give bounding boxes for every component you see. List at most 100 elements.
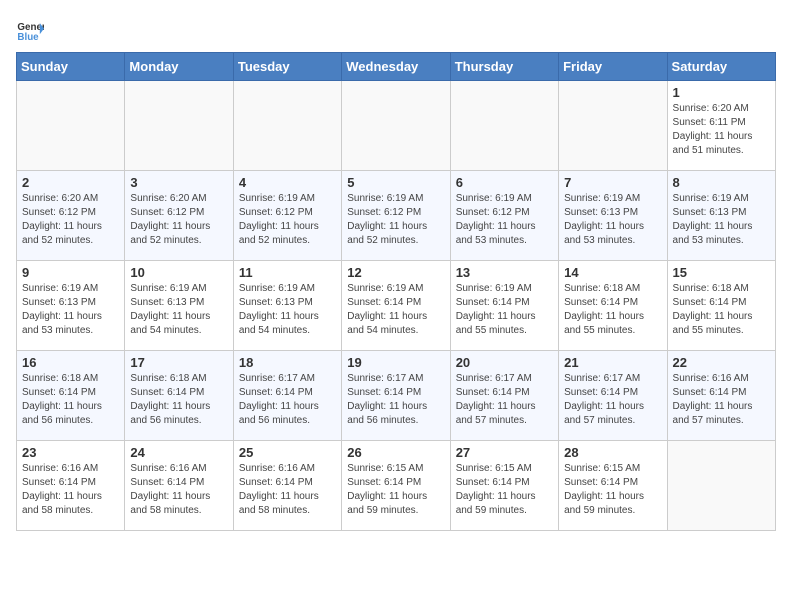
day-info: Sunrise: 6:19 AM Sunset: 6:14 PM Dayligh…: [347, 282, 444, 338]
day-info: Sunrise: 6:17 AM Sunset: 6:14 PM Dayligh…: [347, 372, 444, 428]
day-info: Sunrise: 6:18 AM Sunset: 6:14 PM Dayligh…: [673, 282, 770, 338]
day-info: Sunrise: 6:19 AM Sunset: 6:13 PM Dayligh…: [22, 282, 119, 338]
calendar-cell: [667, 441, 775, 531]
day-number: 10: [130, 265, 227, 280]
logo: General Blue: [16, 16, 48, 44]
calendar-cell: 21 Sunrise: 6:17 AM Sunset: 6:14 PM Dayli…: [559, 351, 667, 441]
day-number: 16: [22, 355, 119, 370]
day-number: 25: [239, 445, 336, 460]
day-info: Sunrise: 6:15 AM Sunset: 6:14 PM Dayligh…: [456, 462, 553, 518]
calendar-cell: [233, 81, 341, 171]
calendar-week-row: 1 Sunrise: 6:20 AM Sunset: 6:11 PM Daylig…: [17, 81, 776, 171]
calendar-cell: 25 Sunrise: 6:16 AM Sunset: 6:14 PM Dayli…: [233, 441, 341, 531]
day-number: 27: [456, 445, 553, 460]
day-number: 15: [673, 265, 770, 280]
day-number: 19: [347, 355, 444, 370]
calendar-cell: 1 Sunrise: 6:20 AM Sunset: 6:11 PM Daylig…: [667, 81, 775, 171]
day-number: 24: [130, 445, 227, 460]
svg-text:Blue: Blue: [17, 32, 39, 43]
day-info: Sunrise: 6:15 AM Sunset: 6:14 PM Dayligh…: [564, 462, 661, 518]
day-info: Sunrise: 6:15 AM Sunset: 6:14 PM Dayligh…: [347, 462, 444, 518]
weekday-header: Thursday: [450, 53, 558, 81]
day-number: 1: [673, 85, 770, 100]
day-number: 17: [130, 355, 227, 370]
day-number: 11: [239, 265, 336, 280]
calendar-cell: 9 Sunrise: 6:19 AM Sunset: 6:13 PM Daylig…: [17, 261, 125, 351]
day-number: 12: [347, 265, 444, 280]
day-number: 9: [22, 265, 119, 280]
day-number: 13: [456, 265, 553, 280]
day-info: Sunrise: 6:19 AM Sunset: 6:12 PM Dayligh…: [347, 192, 444, 248]
day-info: Sunrise: 6:16 AM Sunset: 6:14 PM Dayligh…: [673, 372, 770, 428]
calendar-cell: [450, 81, 558, 171]
day-number: 22: [673, 355, 770, 370]
day-number: 4: [239, 175, 336, 190]
calendar-cell: 13 Sunrise: 6:19 AM Sunset: 6:14 PM Dayli…: [450, 261, 558, 351]
calendar-cell: 10 Sunrise: 6:19 AM Sunset: 6:13 PM Dayli…: [125, 261, 233, 351]
calendar-cell: 18 Sunrise: 6:17 AM Sunset: 6:14 PM Dayli…: [233, 351, 341, 441]
weekday-header: Tuesday: [233, 53, 341, 81]
day-number: 28: [564, 445, 661, 460]
day-info: Sunrise: 6:16 AM Sunset: 6:14 PM Dayligh…: [239, 462, 336, 518]
day-number: 2: [22, 175, 119, 190]
calendar-cell: 28 Sunrise: 6:15 AM Sunset: 6:14 PM Dayli…: [559, 441, 667, 531]
calendar-cell: 11 Sunrise: 6:19 AM Sunset: 6:13 PM Dayli…: [233, 261, 341, 351]
calendar-cell: 26 Sunrise: 6:15 AM Sunset: 6:14 PM Dayli…: [342, 441, 450, 531]
logo-icon: General Blue: [16, 16, 44, 44]
day-info: Sunrise: 6:19 AM Sunset: 6:13 PM Dayligh…: [239, 282, 336, 338]
day-info: Sunrise: 6:20 AM Sunset: 6:11 PM Dayligh…: [673, 102, 770, 158]
day-info: Sunrise: 6:18 AM Sunset: 6:14 PM Dayligh…: [130, 372, 227, 428]
calendar-cell: 4 Sunrise: 6:19 AM Sunset: 6:12 PM Daylig…: [233, 171, 341, 261]
day-number: 5: [347, 175, 444, 190]
calendar-cell: [17, 81, 125, 171]
day-number: 21: [564, 355, 661, 370]
day-info: Sunrise: 6:18 AM Sunset: 6:14 PM Dayligh…: [22, 372, 119, 428]
day-info: Sunrise: 6:19 AM Sunset: 6:13 PM Dayligh…: [130, 282, 227, 338]
calendar-week-row: 9 Sunrise: 6:19 AM Sunset: 6:13 PM Daylig…: [17, 261, 776, 351]
calendar-table: SundayMondayTuesdayWednesdayThursdayFrid…: [16, 52, 776, 531]
weekday-header: Wednesday: [342, 53, 450, 81]
calendar-cell: [559, 81, 667, 171]
calendar-cell: 12 Sunrise: 6:19 AM Sunset: 6:14 PM Dayli…: [342, 261, 450, 351]
day-number: 20: [456, 355, 553, 370]
calendar-cell: 23Sunrise: 6:16 AM Sunset: 6:14 PM Dayli…: [17, 441, 125, 531]
calendar-week-row: 23Sunrise: 6:16 AM Sunset: 6:14 PM Dayli…: [17, 441, 776, 531]
calendar-cell: [125, 81, 233, 171]
day-info: Sunrise: 6:17 AM Sunset: 6:14 PM Dayligh…: [456, 372, 553, 428]
day-number: 18: [239, 355, 336, 370]
weekday-header: Sunday: [17, 53, 125, 81]
day-number: 7: [564, 175, 661, 190]
calendar-cell: 27 Sunrise: 6:15 AM Sunset: 6:14 PM Dayli…: [450, 441, 558, 531]
day-info: Sunrise: 6:17 AM Sunset: 6:14 PM Dayligh…: [239, 372, 336, 428]
calendar-cell: 17 Sunrise: 6:18 AM Sunset: 6:14 PM Dayli…: [125, 351, 233, 441]
day-number: 14: [564, 265, 661, 280]
day-info: Sunrise: 6:17 AM Sunset: 6:14 PM Dayligh…: [564, 372, 661, 428]
day-info: Sunrise: 6:20 AM Sunset: 6:12 PM Dayligh…: [130, 192, 227, 248]
calendar-week-row: 16 Sunrise: 6:18 AM Sunset: 6:14 PM Dayli…: [17, 351, 776, 441]
day-info: Sunrise: 6:19 AM Sunset: 6:13 PM Dayligh…: [564, 192, 661, 248]
calendar-cell: 7 Sunrise: 6:19 AM Sunset: 6:13 PM Daylig…: [559, 171, 667, 261]
calendar-cell: 3Sunrise: 6:20 AM Sunset: 6:12 PM Daylig…: [125, 171, 233, 261]
calendar-header-row: SundayMondayTuesdayWednesdayThursdayFrid…: [17, 53, 776, 81]
day-number: 6: [456, 175, 553, 190]
calendar-cell: 8 Sunrise: 6:19 AM Sunset: 6:13 PM Daylig…: [667, 171, 775, 261]
page-header: General Blue: [16, 16, 776, 44]
day-info: Sunrise: 6:16 AM Sunset: 6:14 PM Dayligh…: [22, 462, 119, 518]
calendar-week-row: 2 Sunrise: 6:20 AM Sunset: 6:12 PM Daylig…: [17, 171, 776, 261]
calendar-cell: 16 Sunrise: 6:18 AM Sunset: 6:14 PM Dayli…: [17, 351, 125, 441]
day-info: Sunrise: 6:19 AM Sunset: 6:12 PM Dayligh…: [239, 192, 336, 248]
weekday-header: Saturday: [667, 53, 775, 81]
day-info: Sunrise: 6:19 AM Sunset: 6:13 PM Dayligh…: [673, 192, 770, 248]
day-info: Sunrise: 6:18 AM Sunset: 6:14 PM Dayligh…: [564, 282, 661, 338]
calendar-cell: 22 Sunrise: 6:16 AM Sunset: 6:14 PM Dayli…: [667, 351, 775, 441]
calendar-cell: 20 Sunrise: 6:17 AM Sunset: 6:14 PM Dayli…: [450, 351, 558, 441]
calendar-cell: [342, 81, 450, 171]
day-info: Sunrise: 6:19 AM Sunset: 6:14 PM Dayligh…: [456, 282, 553, 338]
day-info: Sunrise: 6:20 AM Sunset: 6:12 PM Dayligh…: [22, 192, 119, 248]
day-number: 26: [347, 445, 444, 460]
calendar-cell: 5 Sunrise: 6:19 AM Sunset: 6:12 PM Daylig…: [342, 171, 450, 261]
calendar-cell: 2 Sunrise: 6:20 AM Sunset: 6:12 PM Daylig…: [17, 171, 125, 261]
weekday-header: Friday: [559, 53, 667, 81]
day-number: 8: [673, 175, 770, 190]
calendar-cell: 19 Sunrise: 6:17 AM Sunset: 6:14 PM Dayli…: [342, 351, 450, 441]
